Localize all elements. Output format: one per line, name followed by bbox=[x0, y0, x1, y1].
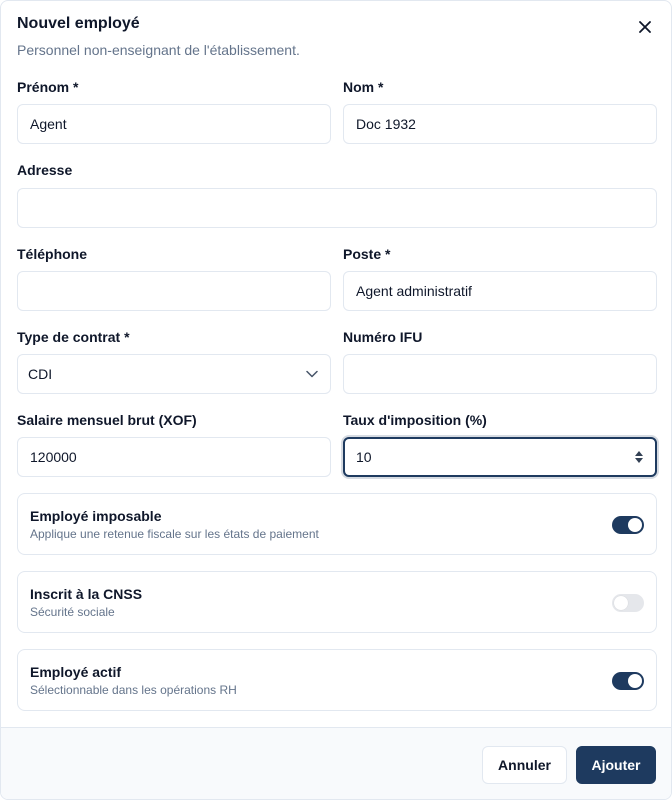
poste-value: Agent administratif bbox=[356, 283, 472, 299]
nom-input[interactable]: Doc 1932 bbox=[343, 104, 657, 144]
switch-knob bbox=[628, 674, 642, 688]
toggle-title: Inscrit à la CNSS bbox=[30, 586, 143, 602]
dialog-subtitle: Personnel non-enseignant de l'établissem… bbox=[17, 42, 300, 58]
salaire-input[interactable]: 120000 bbox=[17, 437, 331, 477]
toggle-card-cnss: Inscrit à la CNSS Sécurité sociale bbox=[17, 571, 657, 633]
salaire-label: Salaire mensuel brut (XOF) bbox=[17, 412, 197, 428]
toggle-description: Sélectionnable dans les opérations RH bbox=[30, 683, 237, 697]
type-contrat-label: Type de contrat * bbox=[17, 329, 130, 345]
prenom-value: Agent bbox=[30, 116, 67, 132]
adresse-label: Adresse bbox=[17, 162, 73, 178]
decrement-arrow-icon[interactable] bbox=[635, 458, 643, 463]
taux-value: 10 bbox=[356, 449, 372, 465]
taux-input[interactable]: 10 bbox=[343, 437, 657, 477]
new-employee-dialog: Nouvel employé Personnel non-enseignant … bbox=[0, 0, 672, 800]
nom-label: Nom * bbox=[343, 79, 384, 95]
numero-ifu-label: Numéro IFU bbox=[343, 329, 423, 345]
toggle-card-imposable: Employé imposable Applique une retenue f… bbox=[17, 493, 657, 555]
poste-input[interactable]: Agent administratif bbox=[343, 271, 657, 311]
dialog-title: Nouvel employé bbox=[17, 15, 140, 32]
cancel-button[interactable]: Annuler bbox=[482, 746, 567, 784]
chevron-down-icon bbox=[306, 370, 318, 378]
toggle-title: Employé actif bbox=[30, 664, 122, 680]
toggle-description: Applique une retenue fiscale sur les éta… bbox=[30, 527, 319, 541]
switch-knob bbox=[628, 518, 642, 532]
taux-label: Taux d'imposition (%) bbox=[343, 412, 487, 428]
toggle-title: Employé imposable bbox=[30, 508, 162, 524]
close-icon bbox=[639, 21, 651, 33]
toggle-description: Sécurité sociale bbox=[30, 605, 115, 619]
increment-arrow-icon[interactable] bbox=[635, 451, 643, 456]
poste-label: Poste * bbox=[343, 246, 391, 262]
close-button[interactable] bbox=[635, 17, 655, 37]
cnss-switch[interactable] bbox=[612, 594, 644, 612]
telephone-input[interactable] bbox=[17, 271, 331, 311]
numero-ifu-input[interactable] bbox=[343, 354, 657, 394]
prenom-label: Prénom * bbox=[17, 79, 79, 95]
prenom-input[interactable]: Agent bbox=[17, 104, 331, 144]
adresse-input[interactable] bbox=[17, 188, 657, 228]
telephone-label: Téléphone bbox=[17, 246, 88, 262]
nom-value: Doc 1932 bbox=[356, 116, 416, 132]
spinner-icon[interactable] bbox=[634, 449, 644, 465]
type-contrat-value: CDI bbox=[28, 366, 53, 382]
dialog-footer: Annuler Ajouter bbox=[1, 727, 671, 799]
imposable-switch[interactable] bbox=[612, 516, 644, 534]
toggle-card-actif: Employé actif Sélectionnable dans les op… bbox=[17, 649, 657, 711]
salaire-value: 120000 bbox=[30, 449, 77, 465]
type-contrat-select[interactable]: CDI bbox=[17, 354, 331, 394]
add-button[interactable]: Ajouter bbox=[576, 746, 656, 784]
actif-switch[interactable] bbox=[612, 672, 644, 690]
switch-knob bbox=[614, 596, 628, 610]
